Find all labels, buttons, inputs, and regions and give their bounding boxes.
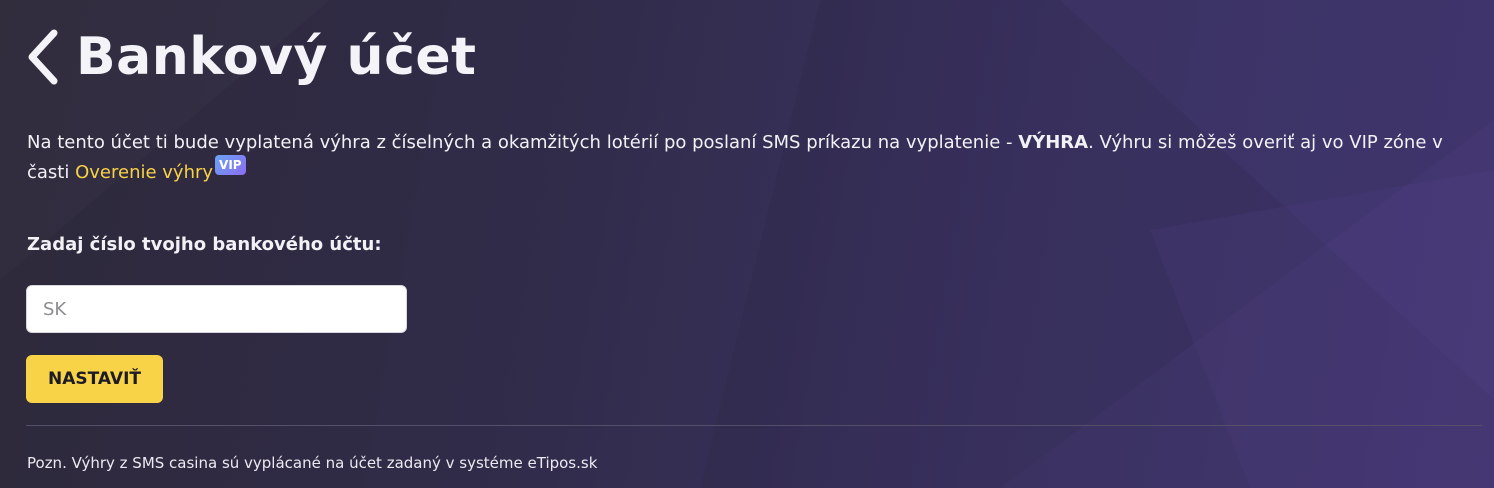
sms-keyword: VÝHRA <box>1018 132 1089 153</box>
page-header: Bankový účet <box>24 22 477 92</box>
page-title: Bankový účet <box>76 27 477 87</box>
footnote: Pozn. Výhry z SMS casina sú vyplácané na… <box>27 454 598 472</box>
set-account-button[interactable]: NASTAVIŤ <box>26 355 163 403</box>
account-number-label: Zadaj číslo tvojho bankového účtu: <box>27 234 382 255</box>
win-verification-link[interactable]: Overenie výhry <box>75 162 213 183</box>
intro-text: Na tento účet ti bude vyplatená výhra z … <box>27 128 1467 188</box>
chevron-left-icon[interactable] <box>24 25 62 89</box>
intro-text-before: Na tento účet ti bude vyplatená výhra z … <box>27 132 1019 153</box>
account-number-input[interactable] <box>26 285 407 333</box>
divider <box>26 425 1482 426</box>
vip-badge: VIP <box>215 155 246 175</box>
